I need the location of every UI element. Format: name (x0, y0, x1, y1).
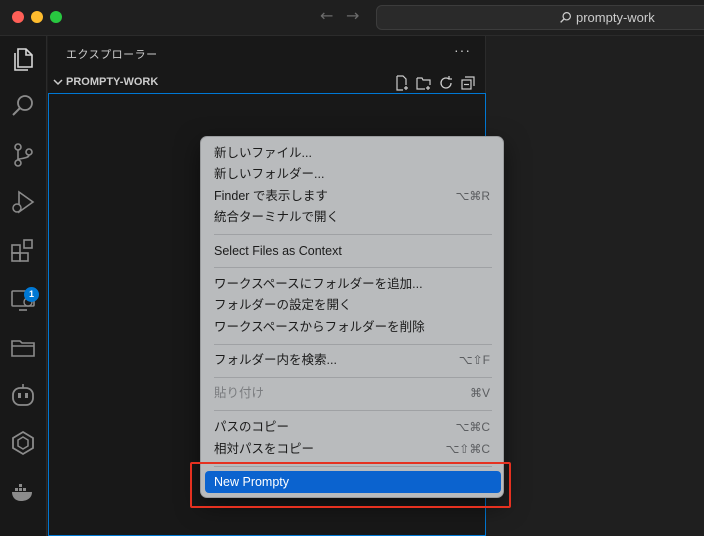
sidebar-title: エクスプローラー (66, 49, 158, 61)
menu-separator (214, 377, 492, 378)
menu-separator (214, 267, 492, 268)
menu-separator (214, 344, 492, 345)
title-bar: ← → prompty-work (0, 0, 704, 36)
robot-icon[interactable] (9, 381, 37, 409)
activity-bar: 1 (0, 36, 47, 536)
menu-item-label: フォルダーの設定を開く (214, 298, 352, 312)
menu-item-label: 統合ターミナルで開く (214, 210, 340, 224)
editor-area (487, 36, 704, 536)
menu-item-remove-folder-from-workspace[interactable]: ワークスペースからフォルダーを削除 (205, 317, 501, 338)
annotation-highlight-box (190, 462, 511, 508)
run-debug-icon[interactable] (9, 188, 37, 216)
back-arrow-icon[interactable]: ← (320, 6, 333, 25)
refresh-icon[interactable] (438, 75, 454, 91)
menu-item-new-folder[interactable]: 新しいフォルダー... (205, 164, 501, 185)
menu-item-shortcut: ⌥⇧F (458, 353, 490, 367)
new-folder-icon[interactable] (416, 75, 432, 91)
search-icon (560, 12, 571, 23)
source-control-icon[interactable] (9, 141, 37, 169)
more-actions-icon[interactable]: ··· (454, 42, 471, 58)
menu-item-shortcut: ⌘V (469, 386, 490, 400)
menu-item-label: Finder で表示します (214, 189, 328, 203)
menu-item-label: フォルダー内を検索... (214, 353, 337, 367)
extensions-icon[interactable] (9, 236, 37, 264)
menu-item-add-folder-to-workspace[interactable]: ワークスペースにフォルダーを追加... (205, 274, 501, 295)
menu-item-new-file[interactable]: 新しいファイル... (205, 143, 501, 164)
menu-item-copy-relative-path[interactable]: 相対パスをコピー ⌥⇧⌘C (205, 439, 501, 460)
menu-item-label: 新しいファイル... (214, 146, 312, 160)
extensions-badge: 1 (24, 287, 39, 302)
chevron-down-icon (53, 79, 63, 86)
menu-item-label: 新しいフォルダー... (214, 167, 325, 181)
folders-icon[interactable] (9, 333, 37, 361)
menu-item-copy-path[interactable]: パスのコピー ⌥⌘C (205, 417, 501, 438)
new-file-icon[interactable] (394, 75, 410, 91)
menu-item-open-folder-settings[interactable]: フォルダーの設定を開く (205, 295, 501, 316)
menu-item-label: Select Files as Context (214, 244, 342, 258)
search-text: prompty-work (576, 10, 655, 25)
menu-item-label: パスのコピー (214, 420, 290, 434)
menu-item-find-in-folder[interactable]: フォルダー内を検索... ⌥⇧F (205, 350, 501, 371)
files-icon[interactable] (9, 45, 37, 73)
menu-item-label: 貼り付け (214, 386, 265, 400)
menu-item-label: ワークスペースにフォルダーを追加... (214, 277, 423, 291)
context-menu: 新しいファイル... 新しいフォルダー... Finder で表示します ⌥⌘R … (200, 136, 504, 498)
docker-icon[interactable] (9, 477, 37, 505)
menu-item-paste: 貼り付け ⌘V (205, 383, 501, 404)
workspace-section-header[interactable]: PROMPTY-WORK (48, 73, 486, 95)
menu-item-label: 相対パスをコピー (214, 442, 315, 456)
menu-item-shortcut: ⌥⌘R (455, 189, 491, 203)
menu-item-label: ワークスペースからフォルダーを削除 (214, 320, 425, 334)
menu-item-shortcut: ⌥⇧⌘C (445, 442, 490, 456)
maximize-window-button[interactable] (50, 11, 62, 23)
section-actions (394, 75, 476, 91)
close-window-button[interactable] (12, 11, 24, 23)
workspace-title: PROMPTY-WORK (66, 76, 159, 88)
menu-item-shortcut: ⌥⌘C (455, 420, 491, 434)
menu-item-reveal-in-finder[interactable]: Finder で表示します ⌥⌘R (205, 186, 501, 207)
menu-item-select-files-as-context[interactable]: Select Files as Context (205, 241, 501, 262)
menu-separator (214, 410, 492, 411)
collapse-all-icon[interactable] (460, 75, 476, 91)
menu-item-open-terminal[interactable]: 統合ターミナルで開く (205, 207, 501, 228)
search-icon[interactable] (9, 92, 37, 120)
menu-separator (214, 234, 492, 235)
forward-arrow-icon[interactable]: → (346, 6, 359, 25)
command-center-search[interactable]: prompty-work (376, 5, 704, 30)
hexagon-icon[interactable] (9, 429, 37, 457)
minimize-window-button[interactable] (31, 11, 43, 23)
